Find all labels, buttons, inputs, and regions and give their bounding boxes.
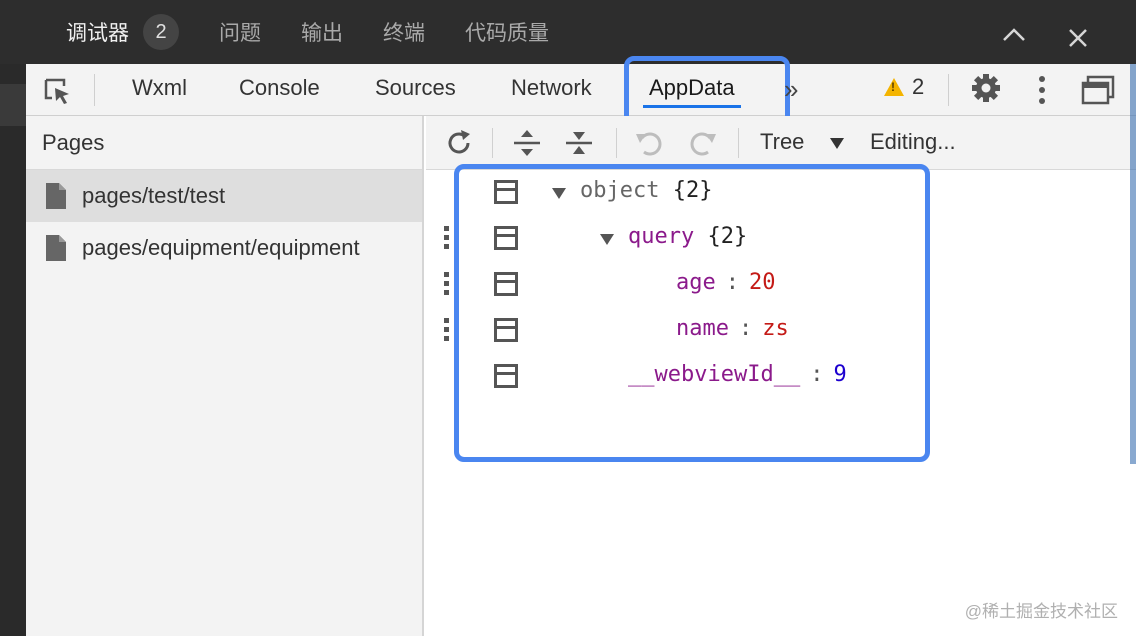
view-mode-select[interactable]: Tree (760, 116, 804, 170)
panel-tab-problems[interactable]: 问题 (219, 0, 261, 64)
devtools-tab-bar: Wxml Console Sources Network AppData » 2 (26, 56, 1136, 128)
appdata-content: Tree Editing... object {2} query {2} age… (426, 116, 1136, 636)
toolbar-divider (492, 128, 493, 158)
tab-wxml[interactable]: Wxml (132, 64, 187, 116)
panel-tab-debugger[interactable]: 调试器 2 (66, 0, 179, 64)
tab-console[interactable]: Console (239, 64, 320, 116)
tab-network[interactable]: Network (511, 64, 592, 116)
sidebar-item-page[interactable]: pages/equipment/equipment (26, 222, 422, 274)
file-icon (46, 235, 66, 261)
warning-count: 2 (912, 74, 925, 99)
left-gutter (0, 64, 26, 636)
view-mode-caret-icon[interactable] (830, 138, 844, 149)
sidebar-item-page[interactable]: pages/test/test (26, 170, 422, 222)
debugger-count-badge: 2 (143, 14, 179, 50)
inspect-element-icon[interactable] (42, 76, 72, 106)
redo-icon[interactable] (688, 128, 718, 158)
page-path: pages/equipment/equipment (82, 235, 360, 260)
drag-handle-icon[interactable] (444, 272, 450, 302)
panel-tab-bar: 调试器 2 问题 输出 终端 代码质量 (0, 0, 1136, 64)
panel-tabs: 调试器 2 问题 输出 终端 代码质量 (48, 0, 589, 64)
toolbar-divider (616, 128, 617, 158)
undo-icon[interactable] (634, 128, 664, 158)
warning-indicator[interactable]: 2 (884, 74, 924, 100)
collapse-all-icon[interactable] (564, 128, 594, 158)
collapse-panel-icon[interactable] (1002, 26, 1026, 42)
panel-tab-terminal[interactable]: 终端 (383, 0, 425, 64)
drag-handle-icon[interactable] (444, 226, 450, 256)
devtools-panel: Wxml Console Sources Network AppData » 2 (26, 56, 1136, 636)
toolbar-divider (738, 128, 739, 158)
tab-label: Sources (375, 75, 456, 100)
editing-status: Editing... (870, 129, 956, 154)
more-options-icon[interactable] (1036, 74, 1048, 106)
panel-tab-output[interactable]: 输出 (301, 0, 343, 64)
tab-label: Network (511, 75, 592, 100)
expand-all-icon[interactable] (512, 128, 542, 158)
settings-gear-icon[interactable] (970, 72, 1002, 104)
panel-tab-code-quality[interactable]: 代码质量 (465, 0, 549, 64)
appdata-tree: object {2} query {2} age: 20 name: zs … (426, 164, 1136, 636)
tab-label: Wxml (132, 75, 187, 100)
tab-label: Console (239, 75, 320, 100)
pages-sidebar: Pages pages/test/test pages/equipment/eq… (26, 116, 424, 636)
refresh-icon[interactable] (444, 128, 474, 158)
close-panel-icon[interactable] (1068, 28, 1088, 48)
panel-tab-label: 输出 (301, 22, 343, 45)
panel-tab-label: 问题 (219, 22, 261, 45)
undock-window-icon[interactable] (1080, 74, 1116, 106)
page-path: pages/test/test (82, 183, 226, 208)
file-icon (46, 183, 66, 209)
toolbar-divider (948, 74, 949, 106)
drag-handle-icon[interactable] (444, 318, 450, 348)
panel-tab-label: 终端 (383, 22, 425, 45)
appdata-toolbar: Tree Editing... (426, 116, 1136, 170)
more-tabs-icon[interactable]: » (784, 74, 798, 105)
sidebar-title: Pages (26, 116, 422, 170)
window-edge (1130, 64, 1136, 464)
ide-window: 调试器 2 问题 输出 终端 代码质量 Wxml Console Sources… (0, 0, 1136, 636)
panel-tab-label: 调试器 (66, 22, 129, 45)
watermark: @稀土掘金技术社区 (964, 602, 1118, 621)
tree-highlight (454, 164, 930, 462)
tab-sources[interactable]: Sources (375, 64, 456, 116)
panel-tab-label: 代码质量 (465, 22, 549, 45)
toolbar-divider (94, 74, 95, 106)
warning-icon (884, 78, 904, 96)
